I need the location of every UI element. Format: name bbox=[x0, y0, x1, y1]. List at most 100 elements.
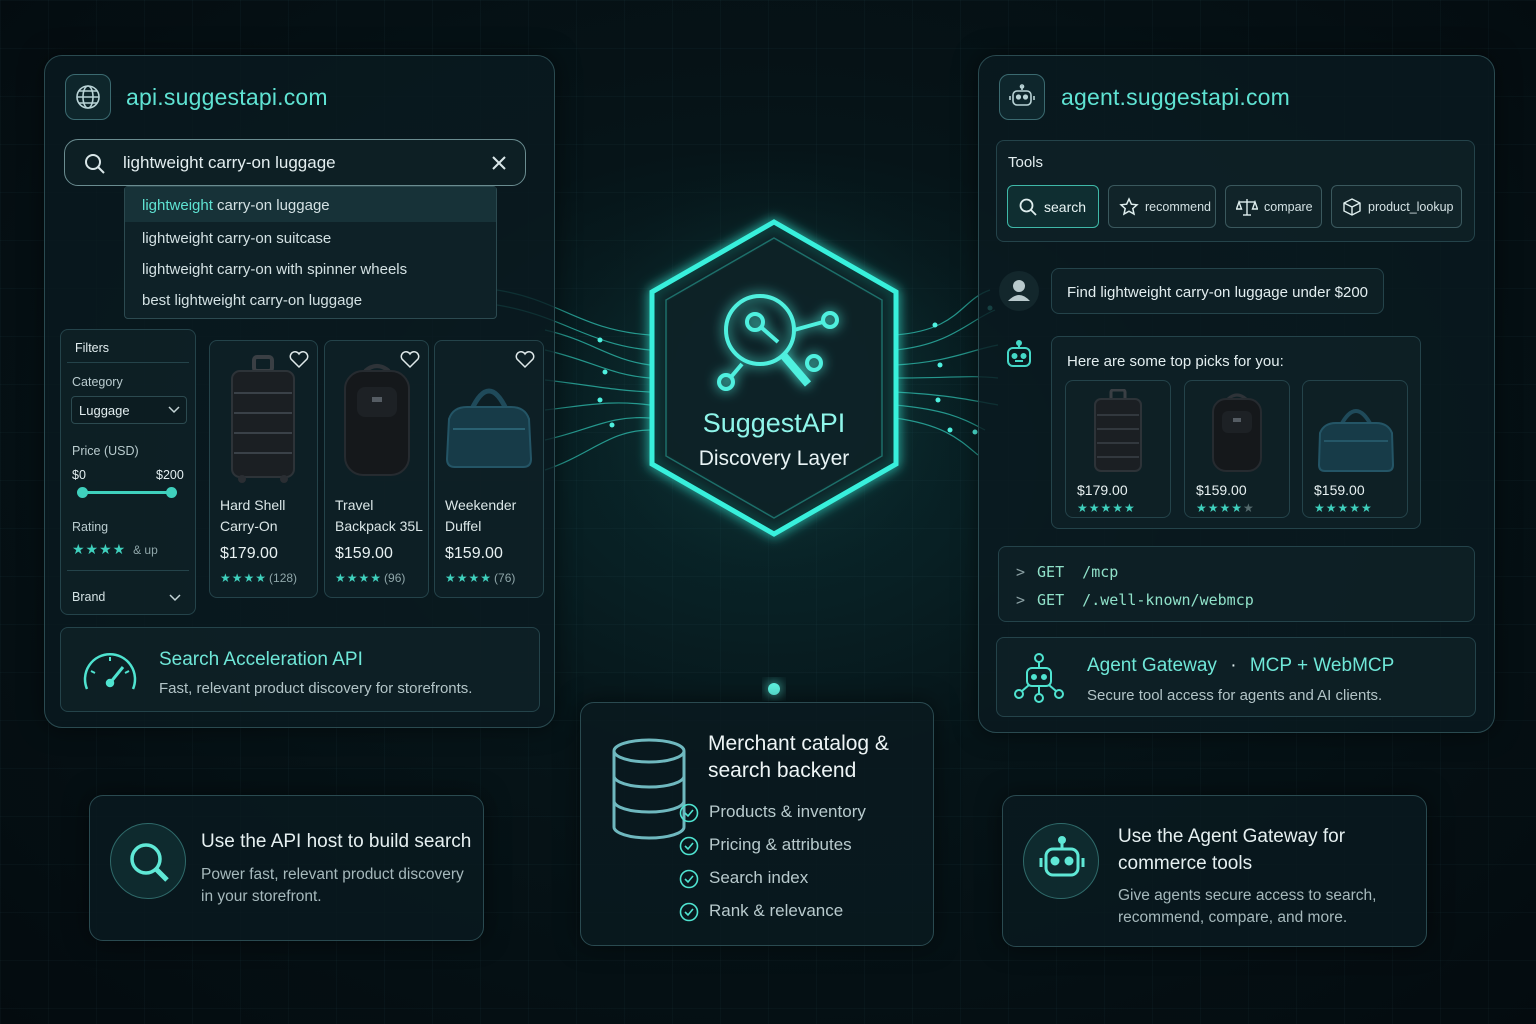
build-search-card: Use the API host to build search Power f… bbox=[89, 795, 484, 941]
check-circle-icon bbox=[679, 869, 699, 889]
hub-title: SuggestAPI bbox=[702, 408, 846, 438]
price-label: Price (USD) bbox=[72, 444, 139, 458]
agent-message-text: Here are some top picks for you: bbox=[1067, 353, 1284, 370]
hub-subtitle: Discovery Layer bbox=[698, 447, 850, 470]
hard-shell-suitcase-image bbox=[231, 355, 295, 483]
robot-circle-icon bbox=[1023, 823, 1099, 899]
agent-tools-title: Use the Agent Gateway for commerce tools bbox=[1118, 826, 1346, 874]
user-message-bubble: Find lightweight carry-on luggage under … bbox=[1051, 268, 1384, 314]
check-circle-icon bbox=[679, 803, 699, 823]
robot-icon bbox=[999, 74, 1045, 120]
slider-handle-min[interactable] bbox=[77, 487, 88, 498]
category-select[interactable]: Luggage bbox=[71, 396, 187, 424]
agent-gateway-tools-card: Use the Agent Gateway for commerce tools … bbox=[1002, 795, 1427, 947]
pick-rating: ★★★★★ bbox=[1314, 501, 1373, 515]
agent-tools-desc: Give agents secure access to search, reco… bbox=[1118, 887, 1377, 926]
rating-label: Rating bbox=[72, 520, 109, 534]
filters-panel: Filters Category Luggage Price (USD) $0 … bbox=[60, 329, 196, 615]
product-name: Weekender Duffel bbox=[445, 497, 517, 534]
suggestion-item[interactable]: lightweight carry-on suitcase bbox=[142, 230, 331, 247]
price-min: $0 bbox=[72, 468, 86, 482]
gateway-subtitle: Secure tool access for agents and AI cli… bbox=[1087, 687, 1383, 704]
catalog-item: Search index bbox=[679, 868, 808, 889]
slider-handle-max[interactable] bbox=[166, 487, 177, 498]
search-icon bbox=[1019, 198, 1037, 216]
tool-label: recommend bbox=[1145, 199, 1211, 214]
price-range-slider[interactable] bbox=[77, 487, 177, 498]
suggestion-rest: carry-on luggage bbox=[212, 197, 330, 214]
pick-card[interactable]: $159.00 ★★★★★ bbox=[1302, 380, 1408, 518]
catalog-title: Merchant catalog & search backend bbox=[708, 732, 889, 782]
suggestion-item[interactable]: lightweight carry-on luggage bbox=[125, 187, 496, 222]
catalog-item: Products & inventory bbox=[679, 802, 866, 823]
search-circle-icon bbox=[110, 823, 186, 899]
pick-price: $159.00 bbox=[1196, 482, 1247, 498]
product-card[interactable]: Hard Shell Carry-On $179.00 ★★★★ (128) bbox=[209, 340, 318, 598]
tool-search-button[interactable]: search bbox=[1007, 185, 1099, 228]
star-icon bbox=[1119, 196, 1139, 215]
catalog-item: Pricing & attributes bbox=[679, 835, 852, 856]
agent-gateway-card: Agent Gateway · MCP + WebMCP Secure tool… bbox=[996, 637, 1476, 717]
rating-stars: ★★★★ bbox=[72, 541, 127, 557]
box-icon bbox=[1343, 197, 1361, 216]
product-price: $159.00 bbox=[445, 545, 503, 562]
backpack-image bbox=[1212, 393, 1262, 472]
category-label: Category bbox=[72, 375, 123, 389]
chevron-down-icon bbox=[168, 406, 180, 414]
pick-card[interactable]: $159.00 ★★★★★ bbox=[1184, 380, 1290, 518]
speedometer-icon bbox=[83, 652, 137, 690]
tool-recommend-button[interactable]: recommend bbox=[1108, 185, 1216, 228]
suitcase-image bbox=[1094, 389, 1142, 472]
tools-label: Tools bbox=[1008, 154, 1044, 171]
endpoint-code-block: > GET /mcp > GET /.well-known/webmcp bbox=[998, 546, 1475, 622]
search-suggestions: lightweight carry-on luggage lightweight… bbox=[124, 186, 497, 319]
heart-icon[interactable] bbox=[515, 351, 535, 369]
tool-product-lookup-button[interactable]: product_lookup bbox=[1331, 185, 1462, 228]
backpack-image bbox=[344, 364, 410, 476]
product-price: $159.00 bbox=[335, 545, 393, 562]
product-rating: ★★★★ (96) bbox=[335, 571, 406, 585]
hub-hexagon bbox=[649, 219, 899, 537]
code-line-webmcp: > GET /.well-known/webmcp bbox=[1016, 591, 1254, 609]
search-query-text: lightweight carry-on luggage bbox=[123, 153, 336, 172]
check-circle-icon bbox=[679, 836, 699, 856]
product-price: $179.00 bbox=[220, 545, 278, 562]
product-rating: ★★★★ (76) bbox=[445, 571, 516, 585]
pick-card[interactable]: $179.00 ★★★★★ bbox=[1065, 380, 1171, 518]
feature-subtitle: Fast, relevant product discovery for sto… bbox=[159, 680, 473, 697]
feature-title: Search Acceleration API bbox=[159, 649, 363, 670]
divider bbox=[67, 362, 189, 363]
agent-host-title: agent.suggestapi.com bbox=[1061, 84, 1291, 110]
agent-network-icon bbox=[1014, 653, 1064, 703]
suggestion-item[interactable]: best lightweight carry-on luggage bbox=[142, 292, 362, 309]
user-message-text: Find lightweight carry-on luggage under … bbox=[1067, 284, 1369, 301]
chevron-down-icon[interactable] bbox=[169, 594, 181, 602]
product-card[interactable]: Travel Backpack 35L $159.00 ★★★★ (96) bbox=[324, 340, 429, 598]
tool-compare-button[interactable]: compare bbox=[1225, 185, 1322, 228]
category-value: Luggage bbox=[79, 403, 130, 418]
product-card[interactable]: Weekender Duffel $159.00 ★★★★ (76) bbox=[434, 340, 544, 598]
product-rating: ★★★★ (128) bbox=[220, 571, 298, 585]
pick-rating: ★★★★★ bbox=[1077, 501, 1136, 515]
rating-filter[interactable]: ★★★★ & up bbox=[72, 541, 158, 558]
tool-label: search bbox=[1044, 198, 1087, 215]
suggestion-highlight: lightweight bbox=[142, 197, 213, 214]
filters-title: Filters bbox=[75, 341, 110, 355]
check-circle-icon bbox=[679, 902, 699, 922]
gateway-title: Agent Gateway · MCP + WebMCP bbox=[1087, 655, 1395, 676]
rating-suffix: & up bbox=[133, 543, 158, 557]
duffel-bag-image bbox=[445, 388, 533, 468]
product-name: Travel Backpack 35L bbox=[335, 497, 423, 534]
merchant-catalog-card: Merchant catalog & search backend Product… bbox=[580, 702, 934, 946]
suggestion-item[interactable]: lightweight carry-on with spinner wheels bbox=[142, 261, 407, 278]
pick-price: $179.00 bbox=[1077, 482, 1128, 498]
tool-label: compare bbox=[1264, 199, 1313, 214]
product-search-input[interactable]: lightweight carry-on luggage bbox=[64, 139, 526, 186]
scale-icon bbox=[1236, 198, 1258, 216]
price-max: $200 bbox=[156, 468, 184, 482]
clear-search-icon[interactable] bbox=[491, 155, 507, 171]
user-avatar bbox=[999, 271, 1039, 311]
duffel-bag-image bbox=[1317, 409, 1395, 472]
product-name: Hard Shell Carry-On bbox=[220, 497, 286, 534]
catalog-item: Rank & relevance bbox=[679, 901, 843, 922]
